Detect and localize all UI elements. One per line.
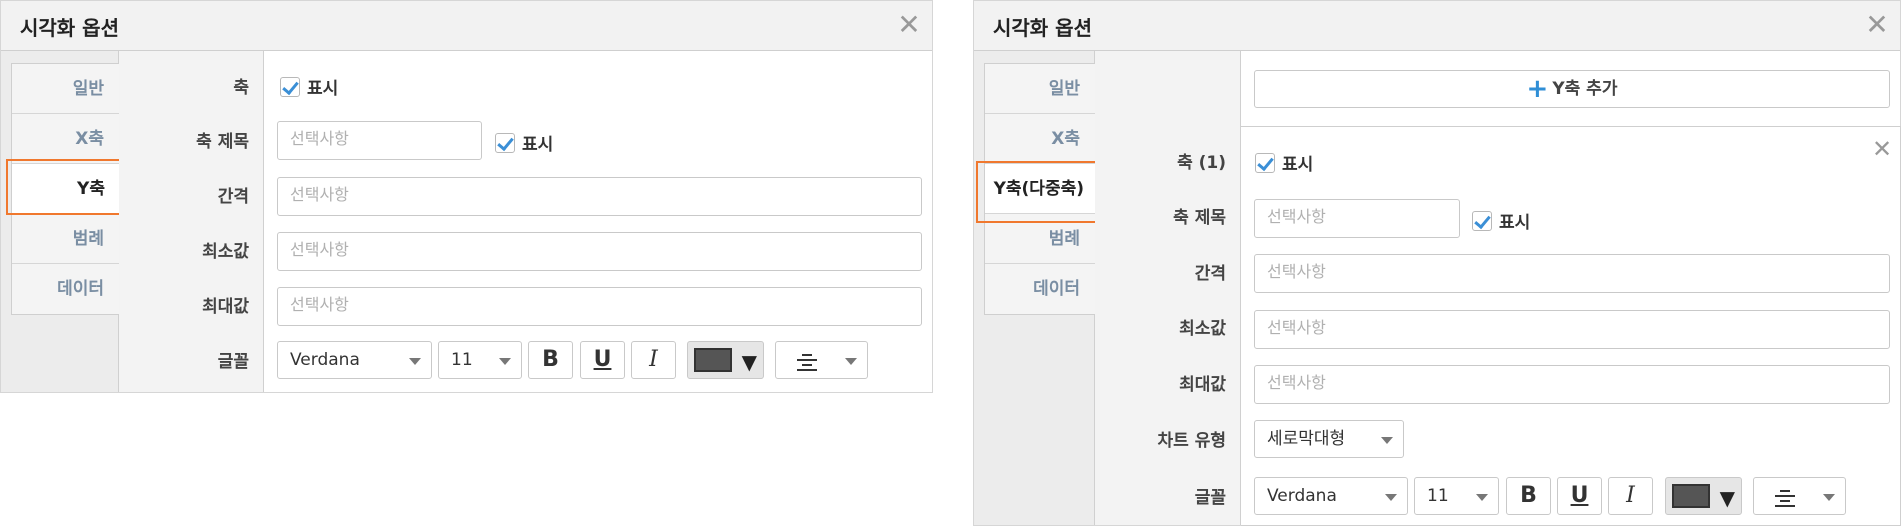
interval-input[interactable]: 선택사항 — [277, 177, 922, 216]
axis-title-input[interactable]: 선택사항 — [1254, 199, 1460, 238]
font-family-select[interactable]: Verdana — [277, 341, 432, 379]
chevron-down-icon — [1381, 437, 1393, 444]
min-value-input[interactable]: 선택사항 — [1254, 310, 1890, 349]
chevron-down-icon — [845, 358, 857, 365]
dropdown-arrow-icon: ▼ — [741, 350, 757, 374]
chart-type-select[interactable]: 세로막대형 — [1254, 420, 1404, 458]
dialog-title: 시각화 옵션 — [20, 16, 119, 40]
dialog-titlebar: 시각화 옵션 ✕ — [974, 1, 1900, 51]
label-min: 최소값 — [1179, 319, 1226, 339]
add-axis-label: Y축 추가 — [1552, 79, 1618, 99]
align-center-icon — [1774, 487, 1796, 507]
label-max: 최대값 — [1179, 375, 1226, 395]
visualization-options-dialog-right: 시각화 옵션 ✕ 일반 X축 Y축(다중축) 범례 데이터 축 (1) 축 제목… — [973, 0, 1901, 526]
tab-data[interactable]: 데이터 — [12, 264, 119, 314]
text-align-select[interactable] — [775, 341, 868, 379]
label-max: 최대값 — [202, 297, 249, 317]
font-size-value: 11 — [1427, 486, 1449, 506]
close-icon[interactable]: ✕ — [894, 8, 924, 42]
plus-icon: + — [1526, 74, 1549, 104]
remove-axis-close-icon[interactable]: ✕ — [1872, 135, 1892, 163]
checkbox-checked-icon — [1255, 152, 1275, 173]
close-icon[interactable]: ✕ — [1862, 8, 1892, 42]
min-value-input[interactable]: 선택사항 — [277, 232, 922, 271]
text-align-select[interactable] — [1753, 477, 1846, 515]
dialog-titlebar: 시각화 옵션 ✕ — [1, 1, 932, 51]
font-color-button[interactable]: ▼ — [1665, 477, 1742, 515]
color-swatch — [1672, 484, 1710, 508]
bold-button[interactable]: B — [528, 341, 573, 379]
axis-title-show-checkbox[interactable]: 표시 — [495, 130, 553, 155]
font-family-select[interactable]: Verdana — [1254, 477, 1408, 515]
axis-show-checkbox[interactable]: 표시 — [280, 74, 338, 99]
label-axis-title: 축 제목 — [1173, 208, 1226, 228]
visualization-options-dialog-left: 시각화 옵션 ✕ 일반 X축 Y축 범례 데이터 축 축 제목 간격 최소값 최… — [0, 0, 933, 393]
label-column: 축 축 제목 간격 최소값 최대값 글꼴 — [119, 51, 264, 392]
tab-legend[interactable]: 범례 — [12, 214, 119, 264]
underline-button[interactable]: U — [580, 341, 625, 379]
tab-x-axis[interactable]: X축 — [985, 114, 1095, 164]
tab-general[interactable]: 일반 — [12, 64, 119, 114]
checkbox-checked-icon — [1472, 210, 1492, 231]
axis-title-input[interactable]: 선택사항 — [277, 121, 482, 160]
tab-sidebar: 일반 X축 Y축(다중축) 범례 데이터 — [974, 51, 1096, 525]
checkbox-label: 표시 — [307, 79, 339, 99]
font-family-value: Verdana — [290, 350, 360, 370]
color-swatch — [694, 348, 732, 372]
chevron-down-icon — [1385, 494, 1397, 501]
checkbox-label: 표시 — [1499, 213, 1531, 233]
active-tab-highlight — [6, 159, 127, 215]
label-column: 축 (1) 축 제목 간격 최소값 최대값 차트 유형 글꼴 — [1095, 51, 1241, 525]
checkbox-label: 표시 — [1282, 155, 1314, 175]
font-family-value: Verdana — [1267, 486, 1337, 506]
tab-x-axis[interactable]: X축 — [12, 114, 119, 164]
checkbox-checked-icon — [280, 76, 300, 97]
add-y-axis-button[interactable]: + Y축 추가 — [1254, 70, 1890, 108]
max-value-input[interactable]: 선택사항 — [277, 287, 922, 326]
label-min: 최소값 — [202, 242, 249, 262]
label-font: 글꼴 — [217, 352, 249, 372]
checkbox-label: 표시 — [522, 135, 554, 155]
italic-button[interactable]: I — [631, 341, 676, 379]
align-center-icon — [796, 351, 818, 371]
axis-title-show-checkbox[interactable]: 표시 — [1472, 208, 1530, 233]
font-size-value: 11 — [451, 350, 473, 370]
chevron-down-icon — [409, 358, 421, 365]
dialog-title: 시각화 옵션 — [993, 16, 1092, 40]
label-interval: 간격 — [1194, 264, 1226, 284]
active-tab-highlight — [976, 161, 1109, 223]
label-interval: 간격 — [217, 187, 249, 207]
chevron-down-icon — [1823, 494, 1835, 501]
font-size-select[interactable]: 11 — [1414, 477, 1499, 515]
max-value-input[interactable]: 선택사항 — [1254, 365, 1890, 404]
tab-general[interactable]: 일반 — [985, 64, 1095, 114]
label-chart-type: 차트 유형 — [1157, 431, 1226, 451]
label-axis-title: 축 제목 — [196, 132, 249, 152]
axis-show-checkbox[interactable]: 표시 — [1255, 150, 1313, 175]
chart-type-value: 세로막대형 — [1267, 429, 1346, 449]
chevron-down-icon — [499, 358, 511, 365]
label-axis-1: 축 (1) — [1177, 153, 1226, 173]
checkbox-checked-icon — [495, 132, 515, 153]
tab-data[interactable]: 데이터 — [985, 264, 1095, 314]
label-font: 글꼴 — [1194, 488, 1226, 508]
dropdown-arrow-icon: ▼ — [1719, 486, 1735, 510]
tab-sidebar: 일반 X축 Y축 범례 데이터 — [1, 51, 120, 392]
font-color-button[interactable]: ▼ — [687, 341, 764, 379]
interval-input[interactable]: 선택사항 — [1254, 254, 1890, 293]
label-axis: 축 — [233, 78, 249, 98]
underline-button[interactable]: U — [1557, 477, 1602, 515]
font-size-select[interactable]: 11 — [438, 341, 522, 379]
italic-button[interactable]: I — [1608, 477, 1653, 515]
bold-button[interactable]: B — [1506, 477, 1551, 515]
chevron-down-icon — [1476, 494, 1488, 501]
